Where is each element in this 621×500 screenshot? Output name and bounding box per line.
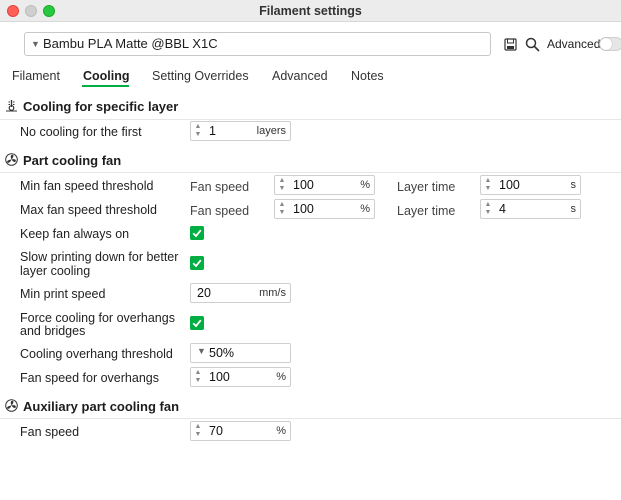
overhang-fan-input[interactable]: ▲ ▼ 100 % — [190, 367, 291, 387]
stepper-icon[interactable]: ▲ ▼ — [484, 177, 492, 193]
window-title: Filament settings — [259, 4, 362, 18]
stepper-icon[interactable]: ▲ ▼ — [194, 369, 202, 385]
save-icon[interactable] — [504, 38, 517, 51]
chevron-down-icon: ▼ — [31, 39, 40, 49]
search-icon[interactable] — [525, 37, 540, 52]
toggle-knob — [600, 38, 612, 50]
section-title-aux-fan: Auxiliary part cooling fan — [23, 399, 180, 414]
max-layer-time-input[interactable]: ▲ ▼ 4 s — [480, 199, 581, 219]
overhang-threshold-dropdown[interactable]: ▼ 50% — [190, 343, 291, 363]
tab-setting-overrides[interactable]: Setting Overrides — [152, 69, 249, 83]
stepper-icon[interactable]: ▲ ▼ — [278, 201, 286, 217]
tab-notes[interactable]: Notes — [351, 69, 384, 83]
tab-cooling[interactable]: Cooling — [83, 69, 130, 83]
no-cooling-label: No cooling for the first — [20, 125, 142, 139]
fan-speed-sublabel: Fan speed — [190, 204, 250, 218]
stepper-icon[interactable]: ▲ ▼ — [194, 423, 202, 439]
stepper-icon[interactable]: ▲ ▼ — [484, 201, 492, 217]
min-fan-speed-input[interactable]: ▲ ▼ 100 % — [274, 175, 375, 195]
layer-time-sublabel: Layer time — [397, 180, 456, 194]
slow-down-label-line1: Slow printing down for better — [20, 250, 179, 264]
preset-dropdown[interactable]: ▼ Bambu PLA Matte @BBL X1C — [24, 32, 491, 56]
min-fan-threshold-label: Min fan speed threshold — [20, 179, 154, 193]
overhang-threshold-label: Cooling overhang threshold — [20, 347, 173, 361]
overhang-fan-label: Fan speed for overhangs — [20, 371, 159, 385]
tab-filament[interactable]: Filament — [12, 69, 60, 83]
active-tab-indicator — [82, 85, 129, 87]
section-title-specific-layer: Cooling for specific layer — [23, 99, 179, 114]
chevron-down-icon: ▼ — [197, 346, 206, 356]
stepper-icon[interactable]: ▲ ▼ — [278, 177, 286, 193]
section-divider — [0, 172, 621, 173]
section-title-part-fan: Part cooling fan — [23, 153, 122, 168]
force-cooling-label-line2: and bridges — [20, 324, 86, 338]
max-fan-threshold-label: Max fan speed threshold — [20, 203, 157, 217]
slow-down-checkbox[interactable] — [190, 256, 204, 270]
min-print-speed-label: Min print speed — [20, 287, 106, 301]
advanced-label: Advanced — [547, 37, 601, 51]
fan-speed-sublabel: Fan speed — [190, 180, 250, 194]
keep-fan-checkbox[interactable] — [190, 226, 204, 240]
max-fan-speed-input[interactable]: ▲ ▼ 100 % — [274, 199, 375, 219]
stepper-icon[interactable]: ▲ ▼ — [194, 123, 202, 139]
aux-fan-icon — [5, 399, 18, 412]
min-print-speed-input[interactable]: 20 mm/s — [190, 283, 291, 303]
tab-bar: Filament Cooling Setting Overrides Advan… — [0, 66, 621, 90]
no-cooling-layers-input[interactable]: ▲ ▼ 1 layers — [190, 121, 291, 141]
advanced-toggle[interactable] — [599, 37, 621, 51]
cooling-layer-icon — [6, 100, 17, 112]
min-layer-time-input[interactable]: ▲ ▼ 100 s — [480, 175, 581, 195]
slow-down-label-line2: layer cooling — [20, 264, 91, 278]
section-divider — [0, 119, 621, 120]
fan-icon — [5, 153, 18, 166]
tab-advanced[interactable]: Advanced — [272, 69, 328, 83]
layer-time-sublabel: Layer time — [397, 204, 456, 218]
title-bar: Filament settings — [0, 0, 621, 22]
aux-fan-speed-label: Fan speed — [20, 425, 80, 439]
force-cooling-checkbox[interactable] — [190, 316, 204, 330]
preset-value: Bambu PLA Matte @BBL X1C — [43, 36, 218, 51]
keep-fan-label: Keep fan always on — [20, 227, 130, 241]
section-divider — [0, 418, 621, 419]
aux-fan-speed-input[interactable]: ▲ ▼ 70 % — [190, 421, 291, 441]
